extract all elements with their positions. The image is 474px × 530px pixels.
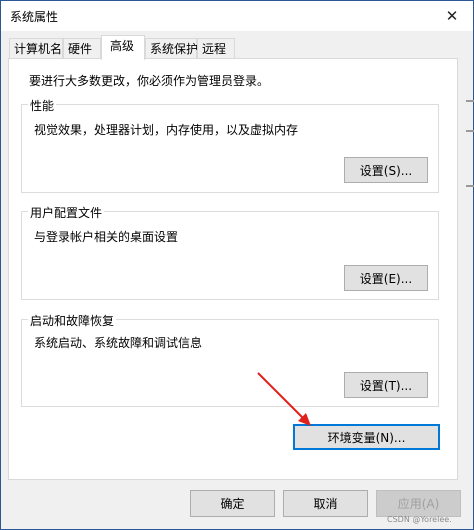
red-arrow-annotation — [257, 372, 311, 426]
tab-advanced[interactable]: 高级 — [101, 35, 145, 60]
arrow-shaft — [257, 372, 305, 420]
background-window-edge — [466, 0, 474, 530]
